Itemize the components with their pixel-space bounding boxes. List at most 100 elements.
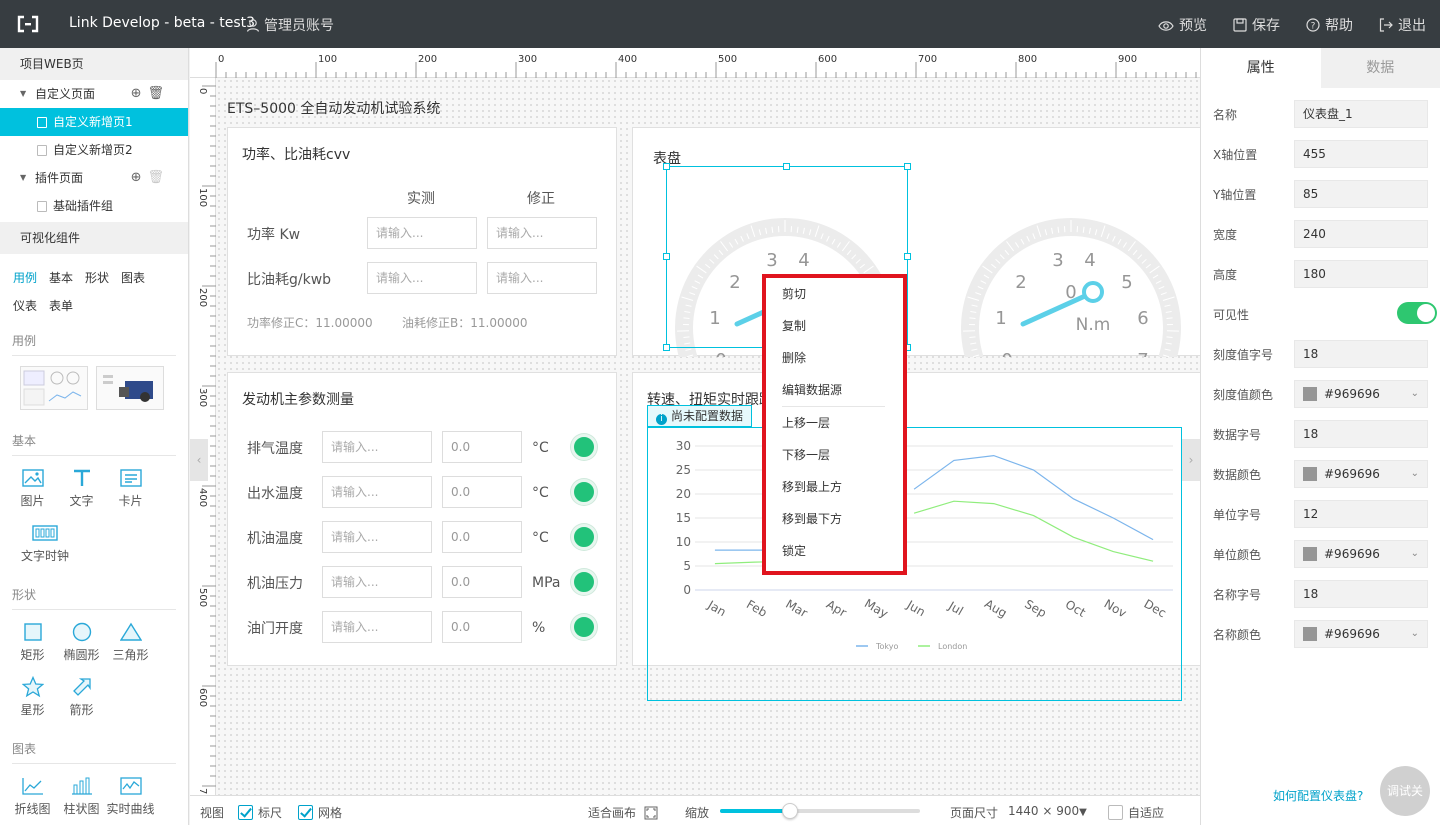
fuel-measured-input[interactable]: 请输入... [367,262,477,294]
tab-charts[interactable]: 图表 [121,271,145,285]
zoom-slider-knob[interactable] [782,803,798,819]
tab-examples[interactable]: 用例 [13,271,37,285]
property-input[interactable]: 455 [1294,140,1428,168]
component-star[interactable]: 星形 [8,673,57,718]
property-input[interactable]: 18 [1294,580,1428,608]
property-input[interactable]: 180 [1294,260,1428,288]
tree-page-1[interactable]: 自定义新增页1 [0,108,188,136]
tab-shapes[interactable]: 形状 [85,271,109,285]
save-button[interactable]: 保存 [1233,15,1280,35]
tab-basic[interactable]: 基本 [49,271,73,285]
fit-canvas-button[interactable]: 适合画布 [588,804,658,821]
color-select[interactable]: #969696 ⌄ [1294,460,1428,488]
checkbox-checked-icon[interactable] [238,805,253,820]
caret-down-icon[interactable]: ▼ [20,164,26,192]
color-select[interactable]: #969696 ⌄ [1294,380,1428,408]
tab-forms[interactable]: 表单 [49,299,73,313]
resize-handle-sw[interactable] [663,344,670,351]
menu-lock[interactable]: 锁定 [766,535,903,567]
ruler-top[interactable]: 0 100 200 300 400 500 600 700 800 900 [190,48,1200,78]
example-thumbnail-machine[interactable] [96,366,164,410]
chart-selection-box[interactable]: 0 5 10 15 20 25 30 Jan Feb Mar Apr May Jun Jul Aug Sep O… [647,427,1182,701]
add-circle-icon[interactable]: ⊕ [131,170,148,185]
engine-params-panel[interactable]: 发动机主参数测量 排气温度 请输入... 0.0 °C 出水温度 请输入... … [227,372,617,666]
engine-row-input[interactable]: 请输入... [322,566,432,598]
collapse-left-arrow[interactable]: ‹ [190,439,208,481]
tab-gauges[interactable]: 仪表 [13,299,37,313]
help-button[interactable]: ? 帮助 [1306,15,1353,35]
engine-row-value[interactable]: 0.0 [442,611,522,643]
power-panel[interactable]: 功率、比油耗cvv 实测 修正 功率 Kw 请输入... 请输入... 比油耗g… [227,127,617,356]
grid-toggle[interactable]: 网格 [298,804,342,821]
menu-move-up[interactable]: 上移一层 [766,407,903,439]
engine-row-input[interactable]: 请输入... [322,431,432,463]
menu-cut[interactable]: 剪切 [766,278,903,310]
engine-row-input[interactable]: 请输入... [322,611,432,643]
menu-send-to-back[interactable]: 移到最下方 [766,503,903,535]
resize-handle-n[interactable] [783,163,790,170]
resize-handle-nw[interactable] [663,163,670,170]
power-measured-input[interactable]: 请输入... [367,217,477,249]
menu-bring-to-front[interactable]: 移到最上方 [766,471,903,503]
tab-properties[interactable]: 属性 [1201,48,1321,88]
property-input[interactable]: 12 [1294,500,1428,528]
component-rectangle[interactable]: 矩形 [8,618,57,663]
tree-custom-pages[interactable]: ▼ 自定义页面 ⊕🗑 [0,80,188,108]
zoom-slider[interactable] [720,803,920,819]
account-menu[interactable]: 管理员账号 [246,15,334,35]
engine-row-input[interactable]: 请输入... [322,521,432,553]
tree-plugin-group[interactable]: 基础插件组 [0,192,188,220]
property-input[interactable]: 85 [1294,180,1428,208]
component-card[interactable]: 卡片 [106,464,155,509]
resize-handle-w[interactable] [663,253,670,260]
preview-button[interactable]: 预览 [1158,15,1207,35]
add-circle-icon[interactable]: ⊕ [131,86,148,101]
caret-down-icon[interactable]: ▼ [20,80,26,108]
collapse-right-arrow[interactable]: › [1182,439,1200,481]
component-ellipse[interactable]: 椭圆形 [57,618,106,663]
component-realtime-curve[interactable]: 实时曲线 [106,772,155,817]
gauge-config-help-link[interactable]: 如何配置仪表盘? [1273,787,1363,804]
logout-button[interactable]: 退出 [1379,15,1426,35]
property-input[interactable]: 18 [1294,420,1428,448]
component-line-chart[interactable]: 折线图 [8,772,57,817]
page-size-select[interactable]: 1440 × 900▼ [1008,804,1087,818]
component-text[interactable]: 文字 [57,464,106,509]
color-select[interactable]: #969696 ⌄ [1294,620,1428,648]
tree-plugin-pages[interactable]: ▼ 插件页面 ⊕🗑 [0,164,188,192]
component-triangle[interactable]: 三角形 [106,618,155,663]
engine-row-input[interactable]: 请输入... [322,476,432,508]
checkbox-checked-icon[interactable] [298,805,313,820]
example-thumbnail-dashboard[interactable] [20,366,88,410]
component-image[interactable]: 图片 [8,464,57,509]
engine-row-value[interactable]: 0.0 [442,431,522,463]
checkbox-unchecked-icon[interactable] [1108,805,1123,820]
component-bar-chart[interactable]: 柱状图 [57,772,106,817]
debug-toggle-button[interactable]: 调试关 [1380,766,1430,816]
adaptive-toggle[interactable]: 自适应 [1108,804,1164,821]
menu-delete[interactable]: 删除 [766,342,903,374]
tree-page-2[interactable]: 自定义新增页2 [0,136,188,164]
resize-handle-e[interactable] [904,253,911,260]
ruler-left[interactable]: 0 100 200 300 400 500 600 700 [190,78,216,795]
menu-copy[interactable]: 复制 [766,310,903,342]
ruler-toggle[interactable]: 标尺 [238,804,282,821]
engine-row-value[interactable]: 0.0 [442,521,522,553]
color-select[interactable]: #969696 ⌄ [1294,540,1428,568]
resize-handle-ne[interactable] [904,163,911,170]
property-input[interactable]: 仪表盘_1 [1294,100,1428,128]
trash-icon[interactable]: 🗑 [147,86,170,101]
menu-edit-datasource[interactable]: 编辑数据源 [766,374,903,406]
component-arrow[interactable]: 箭形 [57,673,106,718]
property-input[interactable]: 240 [1294,220,1428,248]
fuel-corrected-input[interactable]: 请输入... [487,262,597,294]
power-corrected-input[interactable]: 请输入... [487,217,597,249]
engine-row-value[interactable]: 0.0 [442,476,522,508]
engine-row-value[interactable]: 0.0 [442,566,522,598]
component-text-clock[interactable]: 文字时钟 [8,519,82,564]
page-title[interactable]: ETS–5000 全自动发动机试验系统 [227,98,440,118]
visibility-toggle[interactable] [1397,302,1437,324]
property-input[interactable]: 18 [1294,340,1428,368]
trash-icon[interactable]: 🗑 [147,170,170,185]
menu-move-down[interactable]: 下移一层 [766,439,903,471]
